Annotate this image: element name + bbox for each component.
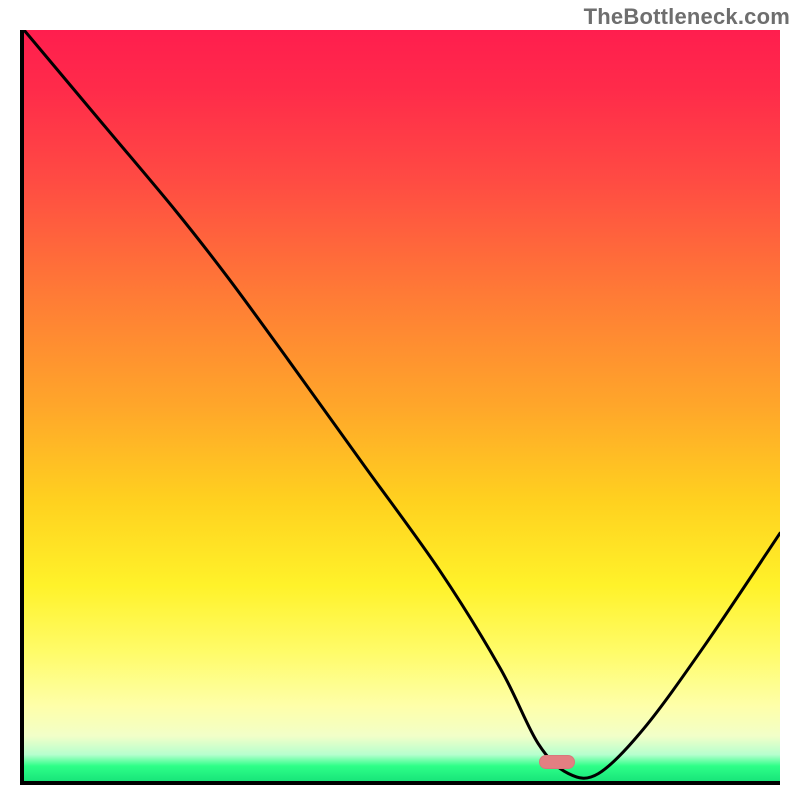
optimal-marker	[539, 755, 575, 769]
chart-canvas: TheBottleneck.com	[0, 0, 800, 800]
watermark-text: TheBottleneck.com	[584, 4, 790, 30]
bottleneck-curve	[24, 30, 780, 781]
curve-path	[24, 30, 780, 778]
plot-area	[20, 30, 780, 785]
